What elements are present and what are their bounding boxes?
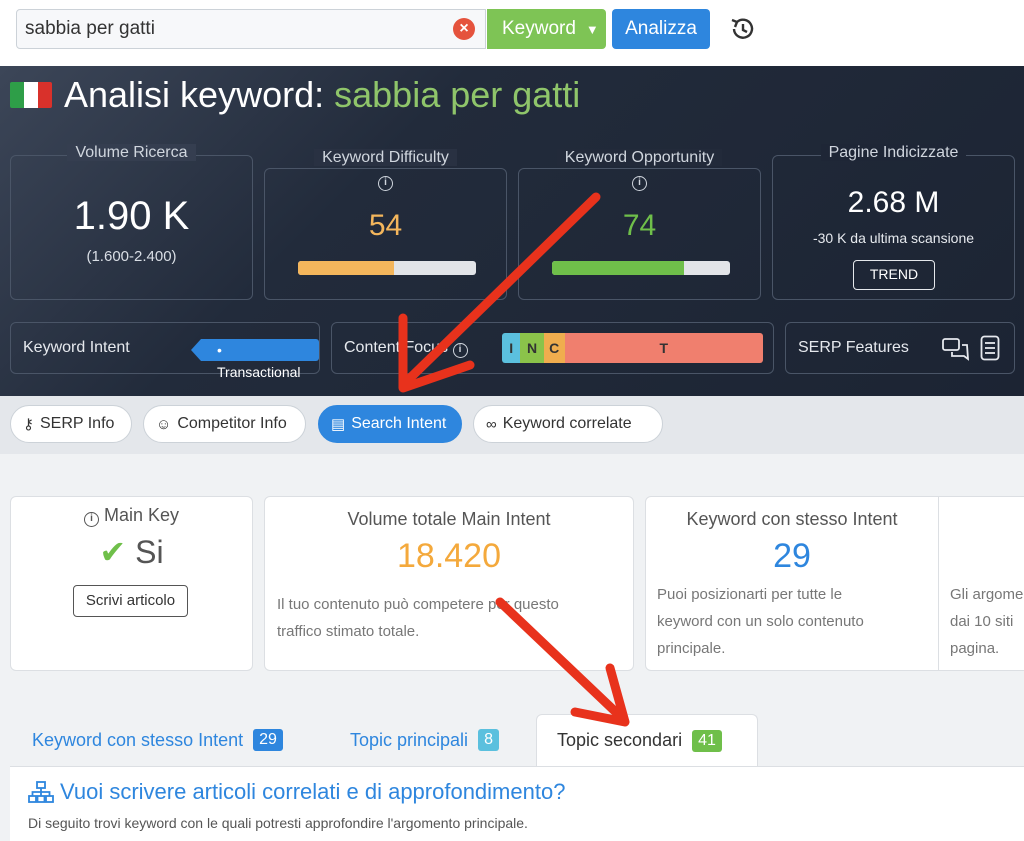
partial-desc: Gli argome dai 10 siti pagina. [950, 586, 1024, 657]
analyze-button[interactable]: Analizza [612, 9, 710, 49]
same-intent-card: Keyword con stesso Intent 29 Puoi posizi… [645, 496, 939, 671]
count-badge: 41 [692, 729, 722, 752]
serp-features-label: SERP Features [798, 339, 909, 356]
serp-features-card: SERP Features [785, 322, 1015, 374]
tab-same-intent-keywords[interactable]: Keyword con stesso Intent 29 [32, 714, 283, 766]
difficulty-value: 54 [368, 209, 403, 242]
document-icon: ▤ [331, 416, 346, 433]
top-search-bar: × Keyword ▼ Analizza [0, 0, 1024, 62]
content-focus-segment-i: I [502, 333, 521, 363]
title-prefix: Analisi keyword: [64, 74, 325, 115]
same-intent-value: 29 [773, 537, 811, 575]
volume-value: 1.90 K [73, 194, 190, 238]
keyword-analysis-panel: Analisi keyword: sabbia per gatti Volume… [0, 66, 1024, 396]
tab-secondary-topics[interactable]: Topic secondari 41 [536, 714, 758, 766]
opportunity-card: Keyword Opportunity i 74 [518, 149, 761, 300]
key-icon: ⚷ [23, 416, 34, 433]
content-focus-segment-t: T [564, 333, 763, 363]
count-badge: 8 [478, 729, 499, 751]
difficulty-bar [298, 261, 476, 275]
keyword-intent-label: Keyword Intent [23, 339, 130, 356]
page-title: Analisi keyword: sabbia per gatti [10, 74, 580, 116]
volume-main-intent-card: Volume totale Main Intent 18.420 Il tuo … [264, 496, 634, 671]
info-icon[interactable]: i [378, 176, 393, 191]
related-articles-section: Vuoi scrivere articoli correlati e di ap… [10, 766, 1024, 841]
title-keyword: sabbia per gatti [334, 74, 581, 115]
difficulty-card: Keyword Difficulty i 54 [264, 149, 507, 300]
tab-strip: ⚷ SERP Info ☺ Competitor Info ▤ Search Inte… [0, 396, 1024, 454]
list-icon [980, 335, 1000, 361]
infinity-icon: ∞ [486, 415, 497, 433]
search-intent-content: i Main Key ✔ Si Scrivi articolo Volume t… [0, 454, 1024, 841]
info-icon[interactable]: i [632, 176, 647, 191]
volume-main-value: 18.420 [397, 537, 501, 575]
keyword-mode-label: Keyword [502, 18, 576, 39]
section-subtitle: Di seguito trovi keyword con le quali po… [28, 815, 528, 831]
robot-icon: ☺ [156, 415, 172, 433]
volume-card: Volume Ricerca 1.90 K (1.600-2.400) [10, 144, 253, 300]
main-key-card: i Main Key ✔ Si Scrivi articolo [10, 496, 253, 671]
same-intent-caption: Keyword con stesso Intent [686, 509, 898, 529]
indexed-delta: -30 K da ultima scansione [812, 230, 975, 246]
volume-main-desc: Il tuo contenuto può competere per quest… [277, 596, 559, 640]
tab-keyword-correlate[interactable]: ∞ Keyword correlate [473, 405, 663, 443]
content-focus-bar: INCT [502, 333, 763, 363]
volume-title: Volume Ricerca [67, 144, 196, 161]
clear-search-icon[interactable]: × [453, 18, 475, 40]
tab-competitor-info[interactable]: ☺ Competitor Info [143, 405, 306, 443]
content-focus-card: Content Focus i INCT [331, 322, 774, 374]
count-badge: 29 [253, 729, 283, 751]
search-input[interactable] [16, 9, 486, 49]
info-icon[interactable]: i [452, 343, 468, 358]
volume-main-caption: Volume totale Main Intent [347, 509, 551, 529]
indexed-title: Pagine Indicizzate [820, 144, 967, 161]
section-title: Vuoi scrivere articoli correlati e di ap… [28, 779, 565, 805]
chevron-down-icon: ▼ [585, 21, 599, 37]
opportunity-title: Keyword Opportunity [556, 149, 723, 166]
main-key-caption: i Main Key [11, 505, 252, 527]
indexed-pages-card: Pagine Indicizzate 2.68 M -30 K da ultim… [772, 144, 1015, 300]
keyword-mode-dropdown[interactable]: Keyword ▼ [487, 9, 606, 49]
trend-button[interactable]: TREND [853, 260, 935, 290]
indexed-value: 2.68 M [847, 186, 940, 219]
opportunity-bar [552, 261, 730, 275]
main-key-value: ✔ Si [99, 534, 164, 570]
intent-badge: • Transactional [191, 339, 319, 380]
opportunity-value: 74 [622, 209, 657, 242]
content-focus-segment-c: C [543, 333, 565, 363]
difficulty-title: Keyword Difficulty [314, 149, 457, 166]
partial-card: Gli argome dai 10 siti pagina. [938, 496, 1024, 671]
same-intent-desc: Puoi posizionarti per tutte le keyword co… [657, 586, 864, 657]
write-article-button[interactable]: Scrivi articolo [73, 585, 188, 617]
tab-main-topics[interactable]: Topic principali 8 [350, 714, 499, 766]
content-focus-label: Content Focus i [344, 339, 468, 358]
chat-bubbles-icon [942, 338, 970, 361]
tab-serp-info[interactable]: ⚷ SERP Info [10, 405, 132, 443]
keyword-intent-card: Keyword Intent • Transactional [10, 322, 320, 380]
info-icon[interactable]: i [83, 512, 99, 527]
tab-search-intent[interactable]: ▤ Search Intent [318, 405, 462, 443]
content-focus-segment-n: N [520, 333, 544, 363]
italy-flag-icon [10, 82, 52, 108]
volume-range: (1.600-2.400) [86, 248, 177, 265]
sitemap-icon [28, 781, 54, 803]
history-icon[interactable] [728, 14, 758, 44]
check-icon: ✔ [99, 534, 127, 570]
